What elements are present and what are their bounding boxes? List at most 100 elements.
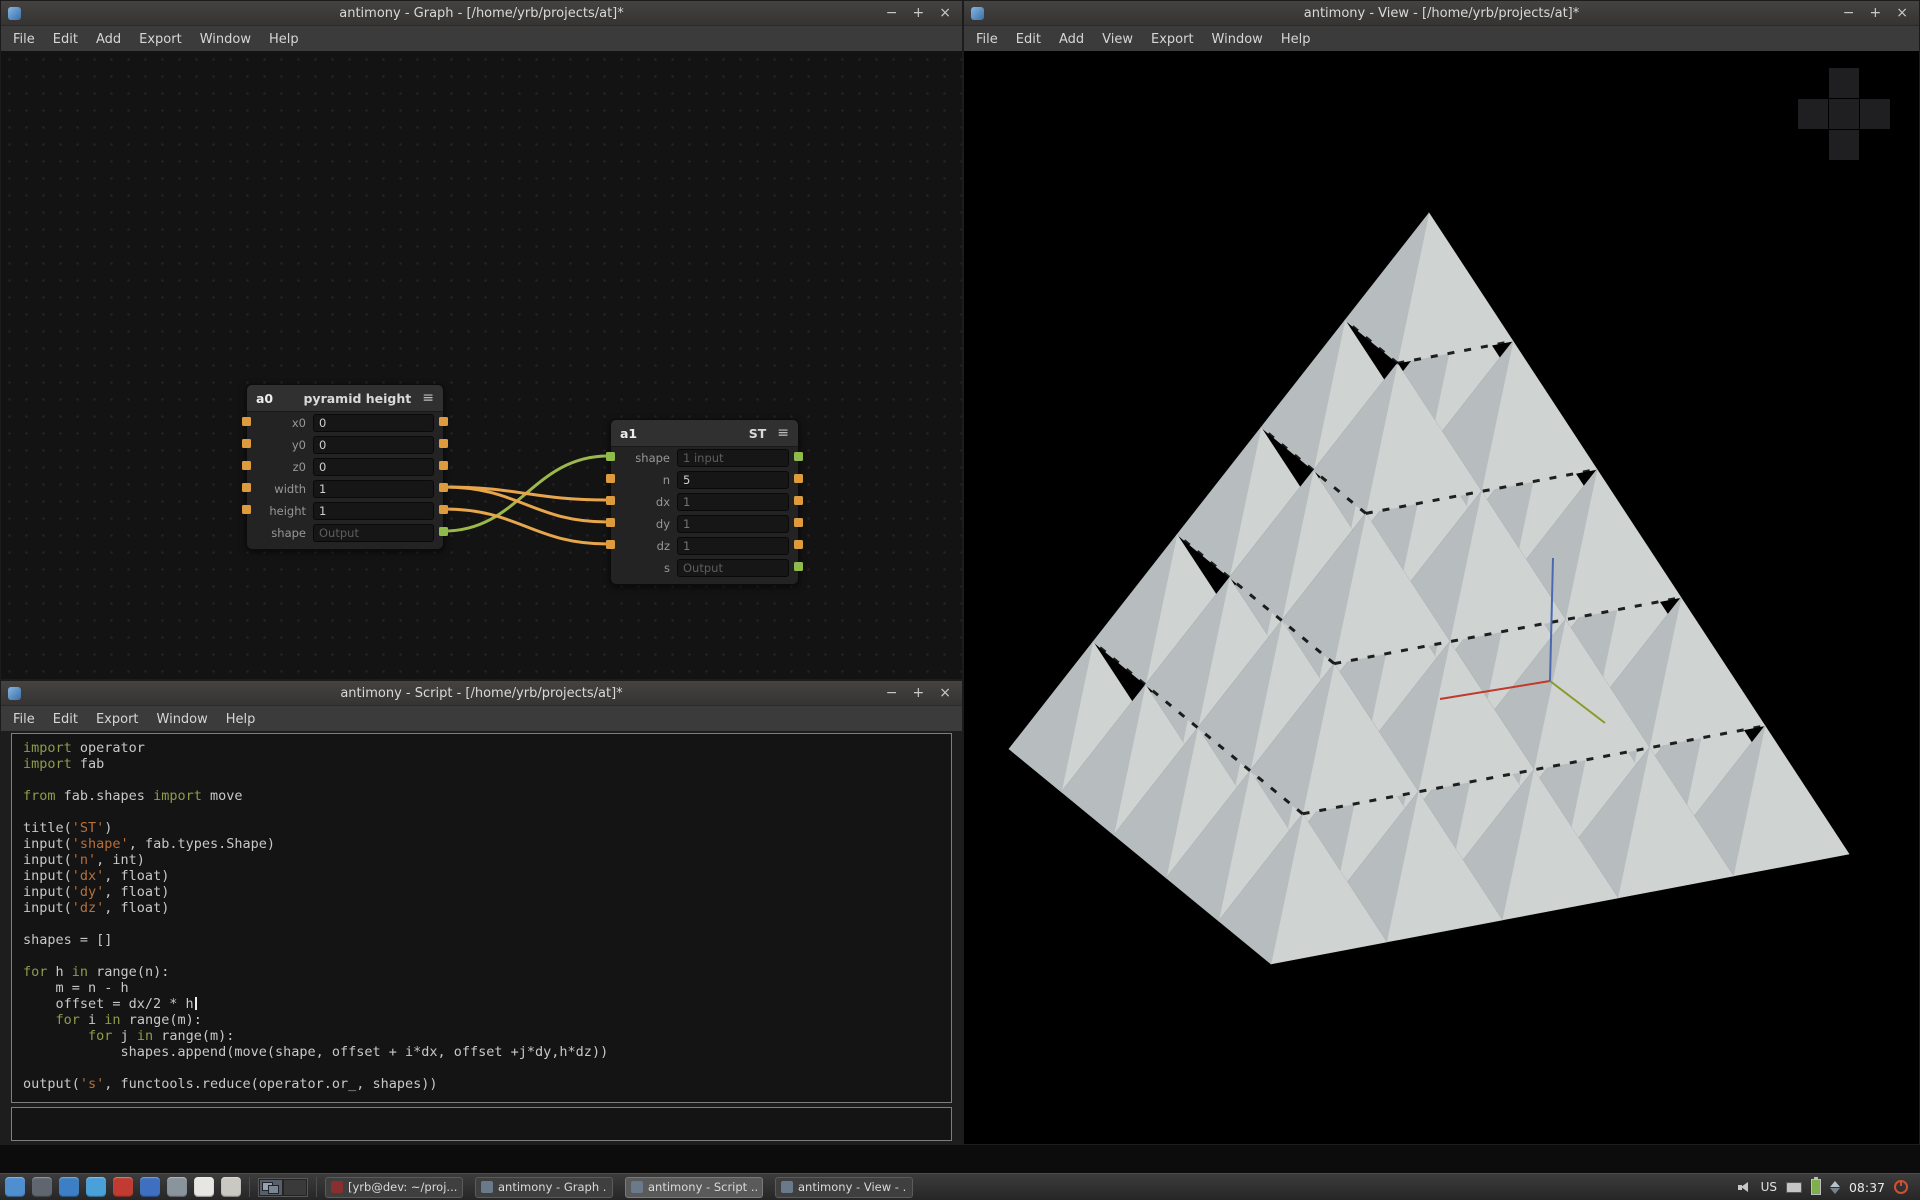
menu-edit[interactable]: Edit: [44, 712, 87, 727]
port-a0-width-out[interactable]: [439, 483, 448, 492]
taskbar-window-button[interactable]: [yrb@dev: ~/proj...: [325, 1177, 463, 1198]
view-nav-button[interactable]: [1829, 68, 1859, 98]
view-titlebar[interactable]: antimony - View - [/home/yrb/projects/at…: [964, 1, 1919, 26]
menu-edit[interactable]: Edit: [44, 32, 87, 47]
port-a0-z0-out[interactable]: [439, 461, 448, 470]
clock[interactable]: 08:37: [1849, 1180, 1885, 1195]
script-titlebar[interactable]: antimony - Script - [/home/yrb/projects/…: [1, 681, 962, 706]
menu-window[interactable]: Window: [191, 32, 260, 47]
menu-export[interactable]: Export: [130, 32, 191, 47]
menu-export[interactable]: Export: [87, 712, 148, 727]
script-editor[interactable]: import operatorimport fab from fab.shape…: [11, 733, 952, 1103]
row-input-shape[interactable]: Output: [313, 524, 434, 542]
menu-file[interactable]: File: [4, 712, 44, 727]
view-3d-canvas[interactable]: [964, 51, 1919, 1144]
row-input-dy[interactable]: 1: [677, 515, 789, 533]
battery-icon[interactable]: [1811, 1179, 1821, 1195]
maximize-icon[interactable]: +: [913, 686, 925, 700]
globe-icon[interactable]: [86, 1177, 106, 1197]
row-input-dz[interactable]: 1: [677, 537, 789, 555]
port-a0-height-in[interactable]: [242, 505, 251, 514]
settings-icon[interactable]: [140, 1177, 160, 1197]
port-a1-dy-in[interactable]: [606, 518, 615, 527]
maximize-icon[interactable]: +: [1870, 6, 1882, 20]
menu-add[interactable]: Add: [1050, 32, 1093, 47]
view-3d-viewport[interactable]: [964, 51, 1919, 1144]
port-a1-shape-in[interactable]: [606, 452, 615, 461]
port-a0-width-in[interactable]: [242, 483, 251, 492]
power-icon[interactable]: [1894, 1180, 1908, 1194]
row-input-s[interactable]: Output: [677, 559, 789, 577]
menu-file[interactable]: File: [4, 32, 44, 47]
maximize-icon[interactable]: +: [913, 6, 925, 20]
show-desktop-icon[interactable]: [221, 1177, 241, 1197]
close-icon[interactable]: ×: [939, 686, 951, 700]
minimize-icon[interactable]: −: [1843, 6, 1855, 20]
node-menu-icon[interactable]: ≡: [777, 426, 789, 440]
close-icon[interactable]: ×: [939, 6, 951, 20]
node-titlebar[interactable]: a0pyramid height≡: [247, 385, 443, 412]
menu-icon[interactable]: [5, 1177, 25, 1197]
port-a0-x0-out[interactable]: [439, 417, 448, 426]
graph-node-a0[interactable]: a0pyramid height≡x00y00z00width1height1s…: [246, 384, 444, 550]
file-manager-icon[interactable]: [32, 1177, 52, 1197]
display-icon[interactable]: [167, 1177, 187, 1197]
menu-window[interactable]: Window: [1203, 32, 1272, 47]
view-nav-button[interactable]: [1860, 99, 1890, 129]
port-a1-dx-in[interactable]: [606, 496, 615, 505]
minimize-icon[interactable]: −: [886, 6, 898, 20]
port-a0-x0-in[interactable]: [242, 417, 251, 426]
row-input-z0[interactable]: 0: [313, 458, 434, 476]
menu-edit[interactable]: Edit: [1007, 32, 1050, 47]
menu-help[interactable]: Help: [217, 712, 265, 727]
graph-canvas[interactable]: a0pyramid height≡x00y00z00width1height1s…: [1, 51, 962, 679]
row-input-dx[interactable]: 1: [677, 493, 789, 511]
package-icon[interactable]: [113, 1177, 133, 1197]
graph-titlebar[interactable]: antimony - Graph - [/home/yrb/projects/a…: [1, 1, 962, 26]
network-icon[interactable]: [1830, 1181, 1840, 1194]
node-menu-icon[interactable]: ≡: [422, 391, 434, 405]
taskbar-window-button[interactable]: antimony - Script ...: [625, 1177, 763, 1198]
pager-desktop-2[interactable]: [284, 1180, 306, 1195]
port-a1-n-out[interactable]: [794, 474, 803, 483]
graph-node-a1[interactable]: a1ST≡shape1 inputn5dx1dy1dz1sOutput: [610, 419, 799, 585]
port-a1-shape-out[interactable]: [794, 452, 803, 461]
view-nav-button[interactable]: [1829, 99, 1859, 129]
volume-icon[interactable]: [1737, 1180, 1752, 1194]
port-a0-z0-in[interactable]: [242, 461, 251, 470]
menu-export[interactable]: Export: [1142, 32, 1203, 47]
row-input-n[interactable]: 5: [677, 471, 789, 489]
browser-icon[interactable]: [59, 1177, 79, 1197]
pager-desktop-1[interactable]: [260, 1180, 282, 1195]
port-a0-y0-in[interactable]: [242, 439, 251, 448]
row-input-height[interactable]: 1: [313, 502, 434, 520]
port-a1-dx-out[interactable]: [794, 496, 803, 505]
taskbar-window-button[interactable]: antimony - Graph ...: [475, 1177, 613, 1198]
taskbar-window-button[interactable]: antimony - View - ...: [775, 1177, 913, 1198]
port-a1-dz-out[interactable]: [794, 540, 803, 549]
menu-help[interactable]: Help: [1272, 32, 1320, 47]
keyboard-icon[interactable]: [1786, 1182, 1802, 1193]
row-input-width[interactable]: 1: [313, 480, 434, 498]
window-icon[interactable]: [8, 7, 21, 20]
window-icon[interactable]: [971, 7, 984, 20]
row-input-shape[interactable]: 1 input: [677, 449, 789, 467]
view-nav-button[interactable]: [1829, 130, 1859, 160]
row-input-y0[interactable]: 0: [313, 436, 434, 454]
port-a1-dz-in[interactable]: [606, 540, 615, 549]
view-nav-button[interactable]: [1798, 99, 1828, 129]
window-icon[interactable]: [8, 687, 21, 700]
keyboard-layout-label[interactable]: US: [1761, 1180, 1777, 1194]
port-a1-s-out[interactable]: [794, 562, 803, 571]
menu-file[interactable]: File: [967, 32, 1007, 47]
node-titlebar[interactable]: a1ST≡: [611, 420, 798, 447]
port-a1-n-in[interactable]: [606, 474, 615, 483]
port-a1-dy-out[interactable]: [794, 518, 803, 527]
workspace-pager[interactable]: [258, 1178, 308, 1197]
menu-help[interactable]: Help: [260, 32, 308, 47]
minimize-icon[interactable]: −: [886, 686, 898, 700]
menu-view[interactable]: View: [1093, 32, 1142, 47]
port-a0-height-out[interactable]: [439, 505, 448, 514]
menu-window[interactable]: Window: [148, 712, 217, 727]
port-a0-shape-out[interactable]: [439, 527, 448, 536]
